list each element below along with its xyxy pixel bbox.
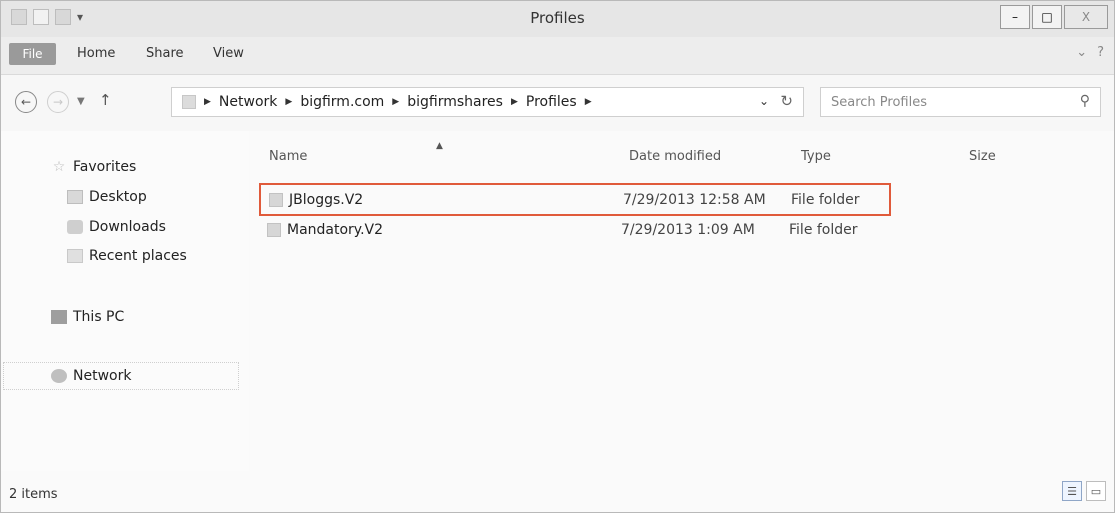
file-name: Mandatory.V2: [287, 222, 384, 238]
close-button[interactable]: X: [1064, 5, 1108, 29]
nav-this-pc-label: This PC: [73, 309, 125, 325]
refresh-icon[interactable]: ↻: [780, 92, 793, 110]
column-headers: ▲ Name Date modified Type Size: [249, 139, 1109, 175]
folder-icon: [269, 193, 283, 207]
network-folder-icon: [182, 95, 196, 109]
navigation-pane: ☆ Favorites Desktop Downloads Recent pla…: [1, 131, 249, 471]
breadcrumb: ▶ Network ▶ bigfirm.com ▶ bigfirmshares …: [204, 94, 592, 110]
nav-recent-label: Recent places: [89, 248, 187, 264]
details-view-icon[interactable]: ☰: [1062, 481, 1082, 501]
file-type: File folder: [789, 222, 858, 238]
ribbon-controls: ⌄ ?: [1076, 45, 1104, 60]
column-type[interactable]: Type: [801, 149, 831, 164]
folder-icon: [267, 223, 281, 237]
file-type: File folder: [791, 192, 860, 208]
tab-file[interactable]: File: [9, 43, 56, 65]
search-icon[interactable]: ⚲: [1080, 93, 1090, 109]
breadcrumb-domain[interactable]: bigfirm.com: [300, 94, 384, 110]
tab-home[interactable]: Home: [77, 46, 115, 61]
nav-downloads-label: Downloads: [89, 219, 166, 235]
file-name: JBloggs.V2: [289, 192, 364, 208]
title-bar[interactable]: ▾ Profiles – □ X: [1, 1, 1114, 37]
nav-recent-places[interactable]: Recent places: [67, 248, 187, 264]
file-row-jbloggs[interactable]: JBloggs.V2 7/29/2013 12:58 AM File folde…: [259, 183, 891, 216]
nav-downloads[interactable]: Downloads: [67, 219, 166, 235]
breadcrumb-share[interactable]: bigfirmshares: [407, 94, 503, 110]
chevron-right-icon[interactable]: ▶: [585, 97, 592, 107]
address-dropdown-icon[interactable]: ⌄: [759, 94, 769, 108]
star-icon: ☆: [52, 159, 66, 175]
column-name[interactable]: Name: [269, 149, 307, 164]
help-icon[interactable]: ?: [1097, 45, 1104, 60]
file-date: 7/29/2013 12:58 AM: [623, 192, 766, 208]
tab-view[interactable]: View: [213, 46, 244, 61]
status-bar: 2 items ☰ ▭: [1, 475, 1114, 512]
search-box[interactable]: ⚲: [820, 87, 1101, 117]
nav-desktop[interactable]: Desktop: [67, 189, 147, 205]
forward-button[interactable]: →: [47, 91, 69, 113]
chevron-right-icon[interactable]: ▶: [392, 97, 399, 107]
recent-locations-button[interactable]: ▼: [77, 96, 85, 107]
explorer-window: ▾ Profiles – □ X File Home Share View ⌄ …: [0, 0, 1115, 513]
column-size[interactable]: Size: [969, 149, 996, 164]
file-date: 7/29/2013 1:09 AM: [621, 222, 755, 238]
maximize-button[interactable]: □: [1032, 5, 1062, 29]
window-title: Profiles: [530, 9, 585, 27]
large-icons-view-icon[interactable]: ▭: [1086, 481, 1106, 501]
chevron-right-icon[interactable]: ▶: [511, 97, 518, 107]
file-row-mandatory[interactable]: Mandatory.V2 7/29/2013 1:09 AM File fold…: [259, 215, 891, 248]
breadcrumb-profiles[interactable]: Profiles: [526, 94, 577, 110]
up-button[interactable]: ↑: [99, 91, 112, 109]
downloads-icon: [67, 220, 83, 234]
back-button[interactable]: ←: [15, 91, 37, 113]
column-date-modified[interactable]: Date modified: [629, 149, 721, 164]
desktop-icon: [67, 190, 83, 204]
recent-places-icon: [67, 249, 83, 263]
ribbon: File Home Share View ⌄ ?: [1, 37, 1114, 75]
nav-desktop-label: Desktop: [89, 189, 147, 205]
network-icon: [51, 369, 67, 383]
computer-icon: [51, 310, 67, 324]
nav-favorites-label: Favorites: [73, 159, 137, 175]
nav-network-label: Network: [73, 368, 132, 384]
nav-this-pc[interactable]: This PC: [51, 309, 124, 325]
navigation-bar: ← → ▼ ↑ ▶ Network ▶ bigfirm.com ▶ bigfir…: [1, 75, 1114, 131]
breadcrumb-network[interactable]: Network: [219, 94, 277, 110]
item-count: 2 items: [9, 487, 58, 502]
minimize-button[interactable]: –: [1000, 5, 1030, 29]
file-list: JBloggs.V2 7/29/2013 12:58 AM File folde…: [249, 181, 1109, 461]
sort-ascending-icon: ▲: [436, 141, 443, 151]
nav-favorites[interactable]: ☆ Favorites: [51, 159, 137, 175]
address-bar[interactable]: ▶ Network ▶ bigfirm.com ▶ bigfirmshares …: [171, 87, 804, 117]
chevron-down-icon[interactable]: ⌄: [1076, 45, 1087, 60]
window-controls: – □ X: [1000, 5, 1108, 29]
tab-share[interactable]: Share: [146, 46, 184, 61]
nav-network[interactable]: Network: [51, 368, 131, 384]
search-input[interactable]: [831, 94, 1061, 110]
chevron-right-icon[interactable]: ▶: [285, 97, 292, 107]
chevron-right-icon[interactable]: ▶: [204, 97, 211, 107]
